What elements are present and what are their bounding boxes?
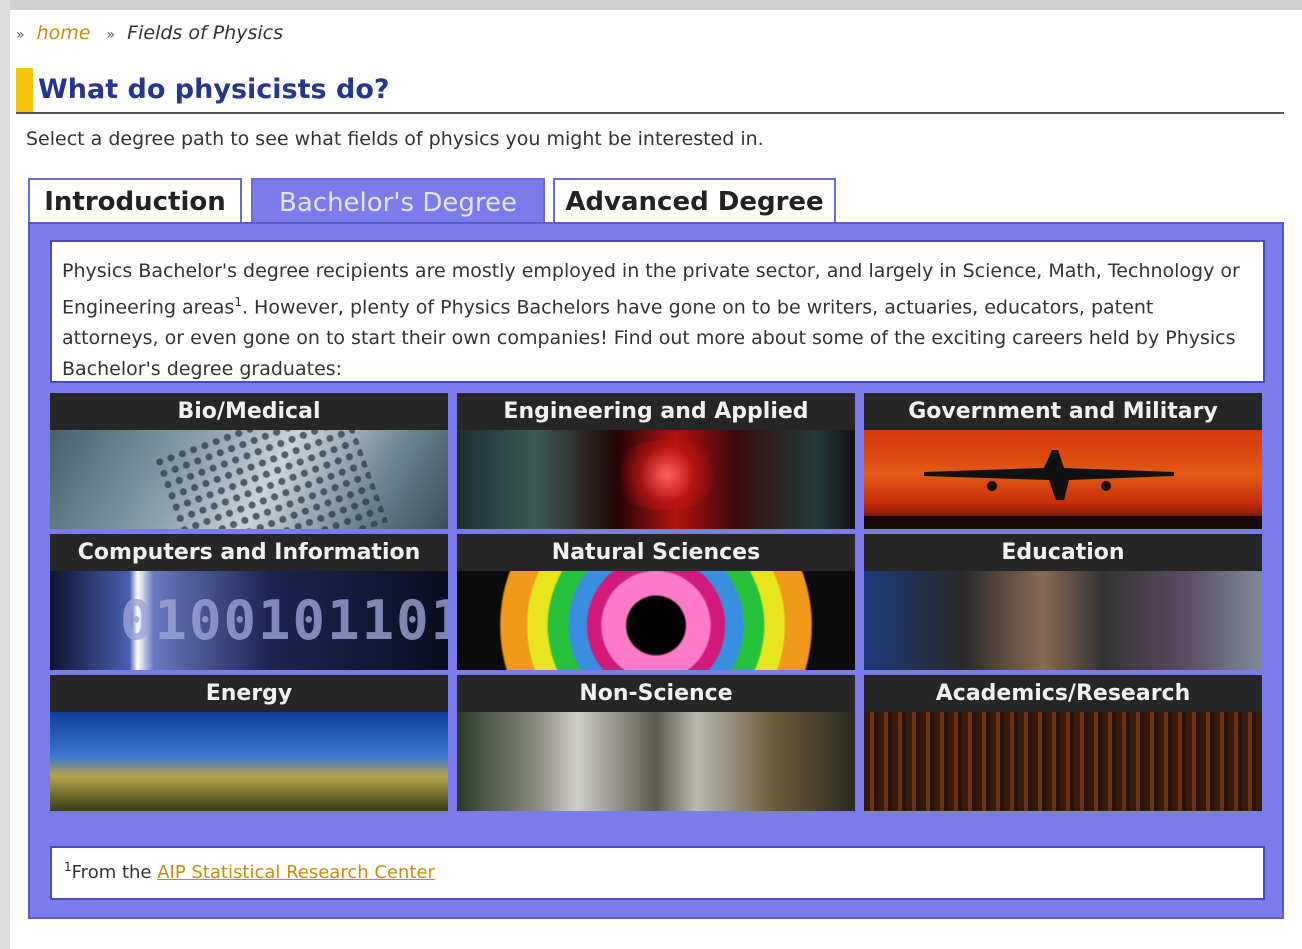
solar-field-image (50, 712, 448, 811)
sculpture-image (457, 712, 855, 811)
footnote-prefix: From the (71, 862, 158, 883)
ozone-map-image (457, 571, 855, 670)
breadcrumb-separator: » (16, 27, 25, 43)
career-card-energy[interactable]: Energy (50, 675, 448, 811)
footnote-marker: 1 (64, 860, 72, 874)
students-image (864, 571, 1262, 670)
career-label: Academics/Research (864, 675, 1262, 712)
page-subtitle: Select a degree path to see what fields … (26, 128, 764, 150)
tab-bachelors-degree[interactable]: Bachelor's Degree (251, 178, 545, 226)
title-accent-bar (16, 68, 33, 112)
career-label: Energy (50, 675, 448, 712)
career-card-education[interactable]: Education (864, 534, 1262, 670)
tab-introduction[interactable]: Introduction (28, 178, 242, 224)
career-label: Natural Sciences (457, 534, 855, 571)
career-label: Non-Science (457, 675, 855, 712)
jet-silhouette-image (864, 430, 1262, 529)
breadcrumb-home-link[interactable]: home (37, 22, 91, 44)
window-left-border (0, 0, 10, 949)
binary-digits-image: 0100101101 (50, 571, 448, 670)
career-label: Government and Military (864, 393, 1262, 430)
career-label: Engineering and Applied (457, 393, 855, 430)
career-label: Computers and Information (50, 534, 448, 571)
career-card-computers[interactable]: Computers and Information 0100101101 (50, 534, 448, 670)
career-card-engineering[interactable]: Engineering and Applied (457, 393, 855, 529)
career-grid: Bio/Medical Engineering and Applied Gove… (50, 393, 1265, 811)
aip-src-link[interactable]: AIP Statistical Research Center (157, 862, 435, 883)
tab-advanced-degree[interactable]: Advanced Degree (553, 178, 836, 224)
binary-digits: 0100101101 (120, 589, 448, 652)
footnote-marker: 1 (234, 295, 242, 309)
tab-panel: Physics Bachelor's degree recipients are… (28, 222, 1284, 919)
intro-text-box: Physics Bachelor's degree recipients are… (50, 240, 1265, 383)
title-divider (16, 112, 1284, 114)
career-card-non-science[interactable]: Non-Science (457, 675, 855, 811)
footnote-box: 1From the AIP Statistical Research Cente… (50, 846, 1265, 900)
page-title: What do physicists do? (38, 74, 390, 105)
career-card-academics[interactable]: Academics/Research (864, 675, 1262, 811)
career-card-natural-sciences[interactable]: Natural Sciences (457, 534, 855, 670)
library-stacks-image (864, 712, 1262, 811)
window-top-border (0, 0, 1302, 10)
career-card-bio-medical[interactable]: Bio/Medical (50, 393, 448, 529)
breadcrumb-current: Fields of Physics (127, 22, 283, 44)
laser-lab-image (457, 430, 855, 529)
breadcrumb-separator: » (106, 27, 116, 43)
career-card-government[interactable]: Government and Military (864, 393, 1262, 529)
breadcrumb: » home » Fields of Physics (16, 22, 283, 44)
mesh-implant-image (50, 430, 448, 529)
career-label: Bio/Medical (50, 393, 448, 430)
career-label: Education (864, 534, 1262, 571)
